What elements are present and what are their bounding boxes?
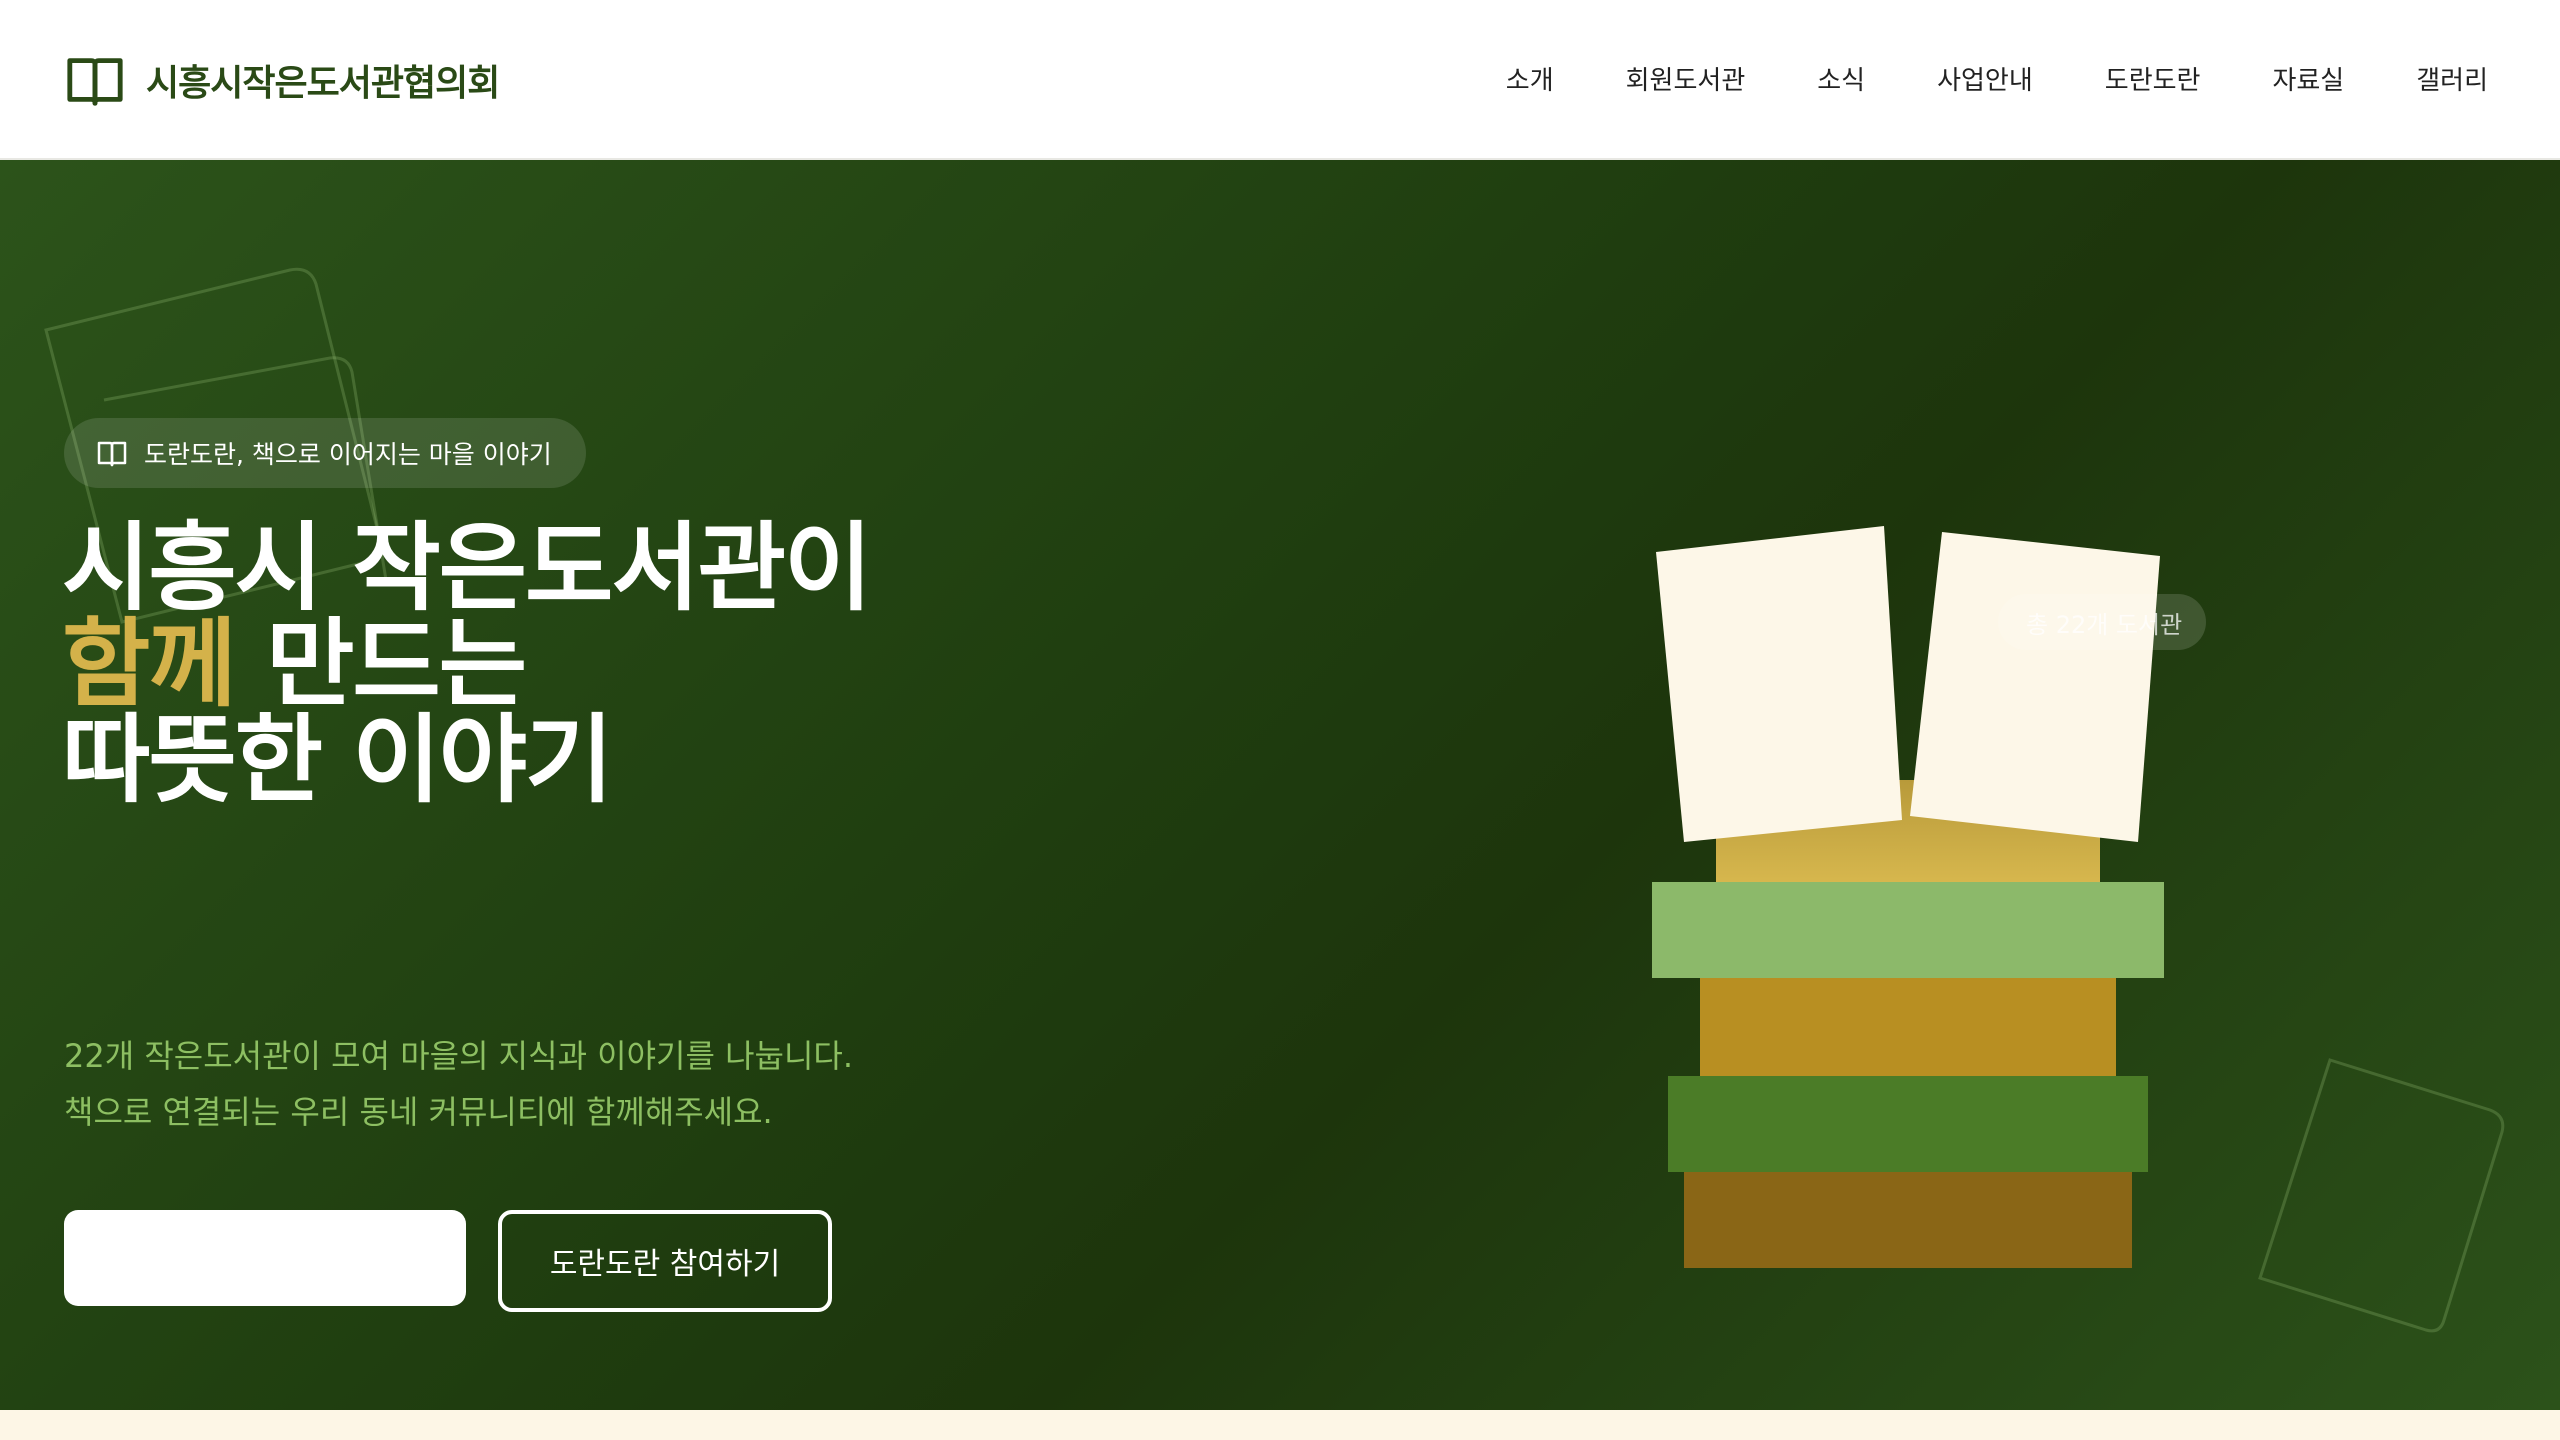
nav-item-archive[interactable]: 자료실 (2272, 60, 2344, 97)
nav-item-programs[interactable]: 사업안내 (1937, 60, 2033, 97)
book-green (1668, 1076, 2148, 1172)
site-header: 시흥시작은도서관협의회 소개 회원도서관 소식 사업안내 도란도란 자료실 갤러… (0, 0, 2560, 160)
open-book-icon (97, 441, 127, 467)
hero-headline: 시흥시 작은도서관이 함께 만드는 따뜻한 이야기 (62, 512, 872, 816)
book-light-green (1652, 882, 2164, 978)
open-book-icon (67, 58, 123, 106)
hero-subtitle-line-2: 책으로 연결되는 우리 동네 커뮤니티에 함께해주세요. (64, 1093, 773, 1131)
site-logo[interactable]: 시흥시작은도서관협의회 (64, 48, 500, 112)
hero-badge: 도란도란, 책으로 이어지는 마을 이야기 (64, 418, 586, 488)
join-doran-button[interactable]: 도란도란 참여하기 (498, 1210, 832, 1312)
hero-subtitle: 22개 작은도서관이 모여 마을의 지식과 이야기를 나눕니다. 책으로 연결되… (64, 1028, 853, 1140)
hero-badge-text: 도란도란, 책으로 이어지는 마을 이야기 (144, 440, 552, 469)
headline-line-2: 함께 만드는 (62, 616, 870, 712)
next-section-edge (0, 1410, 2560, 1440)
book-mustard (1700, 978, 2116, 1076)
nav-item-news[interactable]: 소식 (1817, 60, 1865, 97)
main-nav: 소개 회원도서관 소식 사업안내 도란도란 자료실 갤러리 (1506, 0, 2488, 156)
headline-line-1: 시흥시 작은도서관이 (62, 512, 872, 624)
nav-item-doran[interactable]: 도란도란 (2105, 60, 2201, 97)
hero-section: 도란도란, 책으로 이어지는 마을 이야기 시흥시 작은도서관이 함께 만드는 … (0, 160, 2560, 1410)
site-title: 시흥시작은도서관협의회 (146, 63, 500, 104)
book-brown (1684, 1172, 2132, 1268)
nav-item-member-libraries[interactable]: 회원도서관 (1626, 60, 1746, 97)
headline-line-3: 따뜻한 이야기 (62, 704, 613, 816)
primary-cta-button[interactable] (64, 1210, 466, 1306)
library-count-pill: 총 22개 도서관 (1998, 594, 2207, 650)
nav-item-gallery[interactable]: 갤러리 (2416, 60, 2488, 97)
decorative-book-outline (2258, 1058, 2505, 1333)
hero-subtitle-line-1: 22개 작은도서관이 모여 마을의 지식과 이야기를 나눕니다. (64, 1037, 854, 1075)
nav-item-about[interactable]: 소개 (1506, 60, 1554, 97)
